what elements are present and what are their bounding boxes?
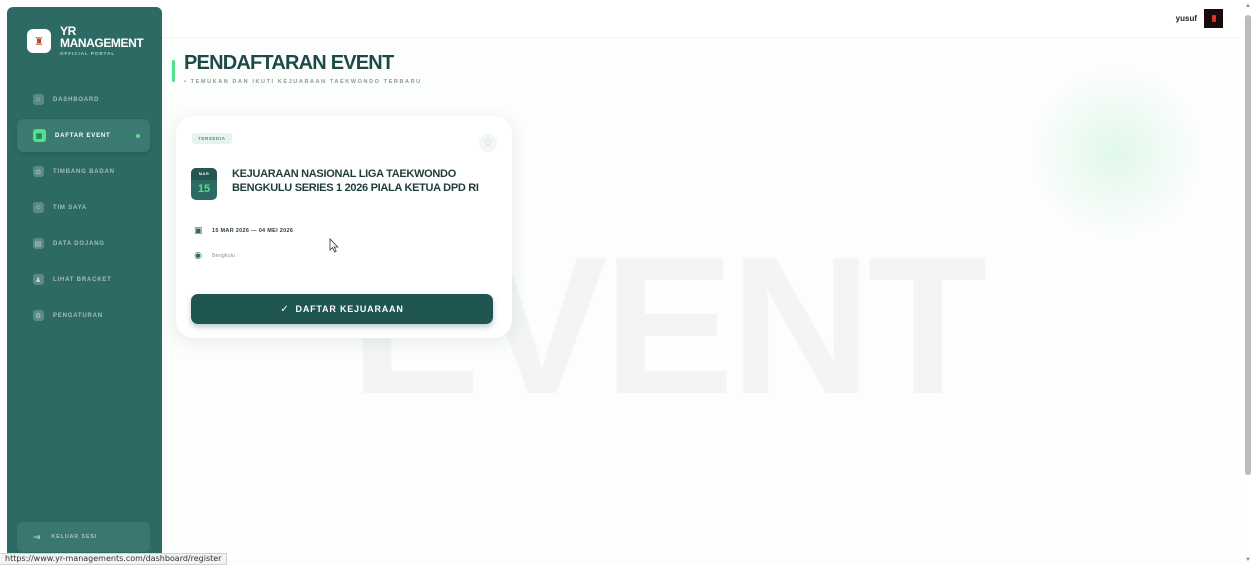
active-indicator-dot [136, 133, 140, 138]
logout-icon: ⇥ [33, 531, 42, 542]
sidebar: ♜ YR MANAGEMENT OFFICIAL PORTAL ⌂ DASHBO… [7, 7, 162, 565]
scroll-up-arrow-icon[interactable]: ▲ [1245, 3, 1251, 9]
username: yusuf [1175, 14, 1197, 23]
scroll-down-arrow-icon[interactable]: ▼ [1245, 557, 1251, 563]
check-icon: ✓ [280, 303, 290, 315]
heart-icon[interactable]: ♡ [479, 134, 497, 152]
sidebar-item-label: DAFTAR EVENT [55, 132, 111, 139]
user-menu[interactable]: yusuf [1176, 9, 1223, 28]
scrollbar-thumb[interactable] [1245, 15, 1251, 475]
sidebar-item-data-dojang[interactable]: ▤ DATA DOJANG [17, 227, 150, 260]
mouse-cursor-icon [329, 238, 339, 253]
logout-button[interactable]: ⇥ KELUAR SESI [17, 522, 150, 552]
sidebar-nav: ⌂ DASHBOARD ▦ DAFTAR EVENT ⚖ TIMBANG BAD… [7, 83, 162, 332]
date-badge-month: MAR [191, 168, 217, 180]
building-icon: ▤ [33, 238, 44, 249]
sidebar-item-daftar-event[interactable]: ▦ DAFTAR EVENT [17, 119, 150, 152]
status-badge: TERSEDIA [192, 133, 232, 144]
topbar: yusuf [162, 0, 1241, 38]
sidebar-item-label: DATA DOJANG [53, 240, 105, 247]
logout-label: KELUAR SESI [51, 534, 98, 540]
calendar-icon: ▦ [33, 129, 46, 142]
sidebar-item-label: TIMBANG BADAN [53, 168, 115, 175]
location-pin-icon: ◉ [194, 250, 202, 260]
background-glow [1031, 68, 1201, 238]
page-subtitle: • TEMUKAN DAN IKUTI KEJUARAAN TAEKWONDO … [184, 79, 422, 85]
athlete-logo-icon: ♜ [27, 29, 51, 53]
event-date-range-text: 15 MAR 2026 — 04 MEI 2026 [212, 227, 294, 234]
sidebar-item-dashboard[interactable]: ⌂ DASHBOARD [17, 83, 150, 116]
brand[interactable]: ♜ YR MANAGEMENT OFFICIAL PORTAL [7, 7, 162, 59]
team-icon: ☺ [33, 202, 44, 213]
sidebar-item-label: DASHBOARD [53, 96, 100, 103]
brand-subtitle: OFFICIAL PORTAL [60, 51, 116, 57]
sidebar-item-label: LIHAT BRACKET [53, 276, 112, 283]
gear-icon: ⚙ [33, 310, 44, 321]
daftar-kejuaraan-label: DAFTAR KEJUARAAN [295, 304, 404, 314]
event-location: ◉ Bengkulu [194, 250, 235, 261]
date-badge-day: 15 [197, 183, 211, 195]
title-accent-bar [172, 60, 175, 82]
page-header: PENDAFTARAN EVENT • TEMUKAN DAN IKUTI KE… [172, 52, 422, 85]
sidebar-item-timbang-badan[interactable]: ⚖ TIMBANG BADAN [17, 155, 150, 188]
brand-title-line2: MANAGEMENT [60, 36, 144, 51]
avatar[interactable] [1204, 9, 1223, 28]
scale-icon: ⚖ [33, 166, 44, 177]
brand-text: YR MANAGEMENT OFFICIAL PORTAL [60, 25, 144, 57]
browser-status-url: https://www.yr-managements.com/dashboard… [0, 553, 228, 565]
sidebar-item-lihat-bracket[interactable]: ♟ LIHAT BRACKET [17, 263, 150, 296]
home-icon: ⌂ [33, 94, 44, 105]
sidebar-item-tim-saya[interactable]: ☺ TIM SAYA [17, 191, 150, 224]
event-card[interactable]: TERSEDIA ♡ MAR 15 KEJUARAAN NASIONAL LIG… [176, 116, 512, 338]
calendar-icon: ▣ [194, 225, 203, 235]
page-title: PENDAFTARAN EVENT [184, 52, 394, 74]
event-location-text: Bengkulu [212, 252, 235, 259]
bracket-icon: ♟ [33, 274, 44, 285]
event-date-range: ▣ 15 MAR 2026 — 04 MEI 2026 [194, 225, 293, 236]
scrollbar[interactable]: ▲ ▼ [1241, 0, 1255, 565]
main-content: EVENT PENDAFTARAN EVENT • TEMUKAN DAN IK… [162, 38, 1241, 565]
sidebar-item-pengaturan[interactable]: ⚙ PENGATURAN [17, 299, 150, 332]
sidebar-item-label: PENGATURAN [53, 312, 103, 319]
event-title: KEJUARAAN NASIONAL LIGA TAEKWONDO BENGKU… [232, 168, 479, 194]
sidebar-item-label: TIM SAYA [53, 204, 87, 211]
daftar-kejuaraan-button[interactable]: ✓ DAFTAR KEJUARAAN [191, 294, 493, 324]
date-badge: MAR 15 [191, 168, 217, 200]
